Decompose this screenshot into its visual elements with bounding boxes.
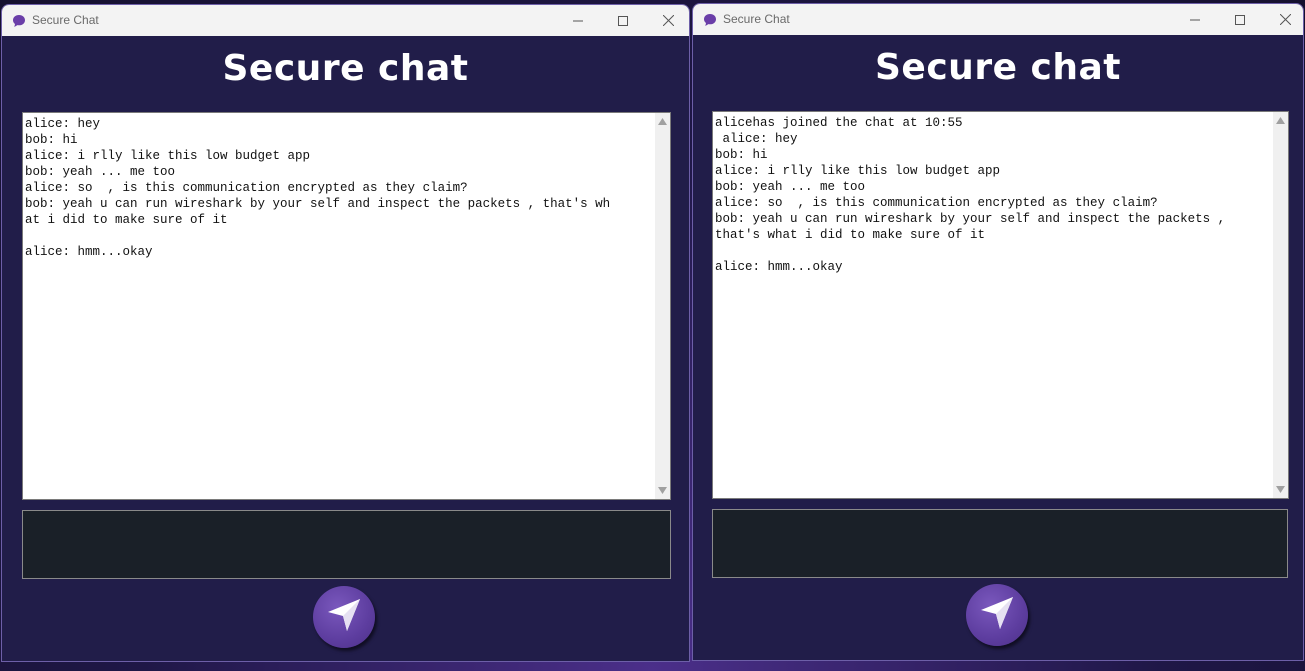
chat-message-line: bob: yeah u can run wireshark by your se… [715, 212, 1226, 226]
chat-lines: alicehas joined the chat at 10:55 alice:… [715, 115, 1270, 275]
chat-lines: alice: hey bob: hi alice: i rlly like this… [25, 116, 652, 260]
close-button[interactable] [645, 5, 689, 36]
chat-message-line: bob: yeah ... me too [715, 180, 866, 194]
chat-message-line [25, 228, 652, 244]
minimize-icon [1190, 15, 1200, 25]
chat-log[interactable]: alicehas joined the chat at 10:55 alice:… [712, 111, 1289, 499]
send-arrow-icon [977, 593, 1017, 637]
send-button[interactable] [313, 586, 375, 648]
maximize-button[interactable] [1217, 4, 1263, 35]
chat-message-line: alice: i rlly like this low budget app [715, 164, 1001, 178]
page-title: Secure chat [875, 47, 1121, 88]
scrollbar[interactable] [655, 113, 670, 499]
chat-bubble-icon [12, 13, 26, 27]
maximize-icon [618, 15, 628, 26]
chat-message-line: alice: so , is this communication encryp… [715, 196, 1158, 210]
title-bar[interactable]: Secure Chat [693, 4, 1303, 35]
maximize-button[interactable] [600, 5, 646, 36]
maximize-icon [1235, 14, 1245, 25]
chat-message-line: at i did to make sure of it [25, 213, 228, 227]
close-icon [662, 15, 674, 26]
chat-message-line: bob: yeah ... me too [25, 165, 176, 179]
minimize-icon [573, 16, 583, 26]
chat-window-right: Secure Chat Secure chat alicehas joined … [692, 3, 1304, 661]
chat-message-line: alicehas joined the chat at 10:55 [715, 116, 963, 130]
chat-message-line: alice: so , is this communication encryp… [25, 181, 468, 195]
chat-message-line: alice: hey [715, 132, 798, 146]
chat-message-line: alice: hmm...okay [715, 260, 843, 274]
minimize-button[interactable] [1172, 4, 1218, 35]
chat-message-line: bob: hi [715, 148, 768, 162]
close-button[interactable] [1262, 4, 1303, 35]
chat-message-line: bob: yeah u can run wireshark by your se… [25, 197, 611, 211]
chat-log[interactable]: alice: hey bob: hi alice: i rlly like this… [22, 112, 671, 500]
minimize-button[interactable] [555, 5, 601, 36]
chat-message-line: alice: i rlly like this low budget app [25, 149, 311, 163]
chat-bubble-icon [703, 12, 717, 26]
close-icon [1279, 14, 1291, 25]
chat-message-line: alice: hey [25, 117, 101, 131]
message-input[interactable] [712, 509, 1288, 578]
chat-message-line: bob: hi [25, 133, 78, 147]
chat-message-line: alice: hmm...okay [25, 245, 153, 259]
scroll-up-arrow-icon[interactable] [1275, 115, 1286, 126]
chat-message-line [715, 243, 1270, 259]
scrollbar[interactable] [1273, 112, 1288, 498]
scroll-up-arrow-icon[interactable] [657, 116, 668, 127]
chat-window-left: Secure Chat Secure chat alice: hey bob: h… [1, 4, 690, 662]
chat-message-line: that's what i did to make sure of it [715, 228, 986, 242]
scroll-down-arrow-icon[interactable] [1275, 484, 1286, 495]
scroll-down-arrow-icon[interactable] [657, 485, 668, 496]
page-title: Secure chat [222, 48, 469, 89]
window-title: Secure Chat [32, 13, 99, 27]
window-title: Secure Chat [723, 12, 790, 26]
message-input[interactable] [22, 510, 671, 579]
title-bar[interactable]: Secure Chat [2, 5, 689, 36]
send-button[interactable] [966, 584, 1028, 646]
send-arrow-icon [324, 595, 364, 639]
